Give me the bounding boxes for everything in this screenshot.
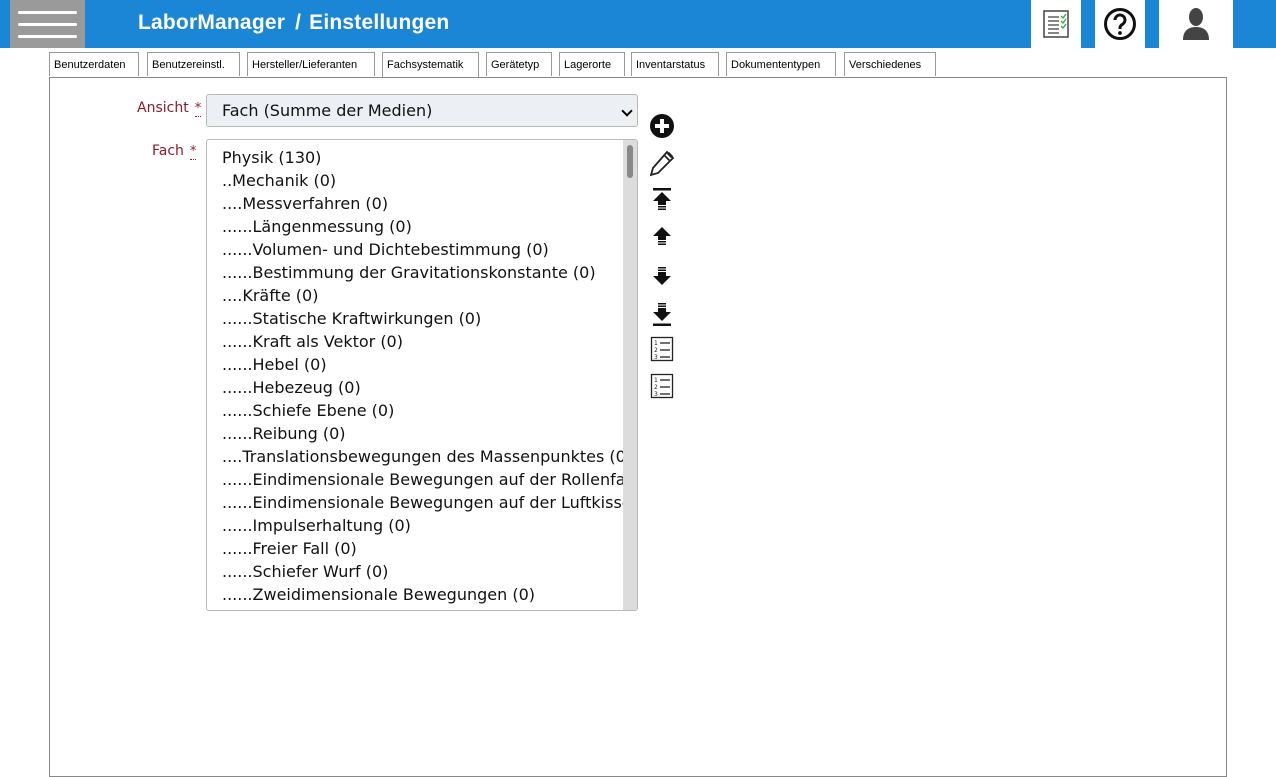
move-up-icon[interactable]	[647, 222, 677, 252]
add-icon[interactable]	[647, 111, 677, 141]
svg-text:1: 1	[654, 340, 658, 347]
list-item[interactable]: ..Mechanik (0)	[222, 169, 624, 192]
ansicht-label: Ansicht *	[137, 100, 202, 117]
list-item[interactable]: ......Schiefe Ebene (0)	[222, 399, 624, 422]
move-down-icon[interactable]	[647, 261, 677, 291]
tab-fachsystematik[interactable]: Fachsystematik	[382, 52, 479, 78]
app-header: LaborManager / Einstellungen	[0, 0, 1276, 48]
page-title: LaborManager / Einstellungen	[138, 11, 449, 35]
title-separator: /	[295, 11, 302, 34]
page-name: Einstellungen	[309, 11, 450, 34]
svg-text:3: 3	[654, 391, 658, 398]
list-item[interactable]: ......Hebel (0)	[222, 353, 624, 376]
edit-icon[interactable]	[647, 148, 677, 178]
fach-list: Physik (130) ..Mechanik (0) ....Messverf…	[207, 140, 624, 606]
svg-text:1: 1	[654, 377, 658, 384]
sort-ascending-icon[interactable]: 123	[647, 334, 677, 364]
list-item[interactable]: ......Reibung (0)	[222, 422, 624, 445]
list-item[interactable]: ......Eindimensionale Bewegungen auf der…	[222, 468, 624, 491]
list-item[interactable]: ....Kräfte (0)	[222, 284, 624, 307]
list-item[interactable]: ......Schiefer Wurf (0)	[222, 560, 624, 583]
required-mark: *	[189, 144, 197, 160]
required-mark: *	[194, 101, 202, 117]
tab-verschiedenes[interactable]: Verschiedenes	[844, 52, 936, 76]
sort-descending-icon[interactable]: 123	[647, 371, 677, 401]
list-item[interactable]: ....Messverfahren (0)	[222, 192, 624, 215]
ansicht-select-value: Fach (Summe der Medien)	[222, 101, 433, 120]
help-icon[interactable]	[1095, 0, 1145, 48]
ansicht-label-text: Ansicht	[137, 100, 189, 116]
chevron-down-icon	[621, 105, 633, 117]
list-item[interactable]: ......Impulserhaltung (0)	[222, 514, 624, 537]
tab-geraetetyp[interactable]: Gerätetyp	[486, 52, 552, 76]
app-name[interactable]: LaborManager	[138, 11, 285, 34]
ansicht-select[interactable]: Fach (Summe der Medien)	[206, 94, 638, 127]
menu-icon[interactable]	[10, 0, 85, 48]
tab-inventarstatus[interactable]: Inventarstatus	[631, 52, 719, 76]
listbox-scrollbar[interactable]	[623, 140, 637, 610]
scrollbar-thumb[interactable]	[627, 145, 633, 178]
task-list-icon[interactable]	[1031, 0, 1081, 48]
list-item[interactable]: ......Kraft als Vektor (0)	[222, 330, 624, 353]
list-item[interactable]: ......Hebezeug (0)	[222, 376, 624, 399]
tab-hersteller-lieferanten[interactable]: Hersteller/Lieferanten	[247, 52, 375, 76]
fach-listbox[interactable]: Physik (130) ..Mechanik (0) ....Messverf…	[206, 139, 638, 611]
tab-lagerorte[interactable]: Lagerorte	[559, 52, 625, 76]
tab-dokumententypen[interactable]: Dokumententypen	[726, 52, 836, 76]
svg-text:2: 2	[654, 384, 658, 391]
tab-benutzerdaten[interactable]: Benutzerdaten	[49, 52, 139, 76]
list-item[interactable]: ......Zweidimensionale Bewegungen (0)	[222, 583, 624, 606]
fach-label: Fach *	[152, 143, 197, 160]
list-item[interactable]: ......Volumen- und Dichtebestimmung (0)	[222, 238, 624, 261]
move-bottom-icon[interactable]	[647, 300, 677, 330]
list-item[interactable]: ....Translationsbewegungen des Massenpun…	[222, 445, 624, 468]
list-item[interactable]: ......Längenmessung (0)	[222, 215, 624, 238]
list-item[interactable]: ......Bestimmung der Gravitationskonstan…	[222, 261, 624, 284]
tab-benutzereinstellungen[interactable]: Benutzereinstl.	[147, 52, 240, 76]
fach-label-text: Fach	[152, 143, 184, 159]
list-item[interactable]: ......Eindimensionale Bewegungen auf der…	[222, 491, 624, 514]
svg-text:3: 3	[654, 354, 658, 361]
list-item[interactable]: ......Freier Fall (0)	[222, 537, 624, 560]
user-icon[interactable]	[1159, 0, 1233, 48]
move-top-icon[interactable]	[647, 184, 677, 214]
svg-text:2: 2	[654, 347, 658, 354]
list-item[interactable]: ......Statische Kraftwirkungen (0)	[222, 307, 624, 330]
list-item[interactable]: Physik (130)	[222, 146, 624, 169]
